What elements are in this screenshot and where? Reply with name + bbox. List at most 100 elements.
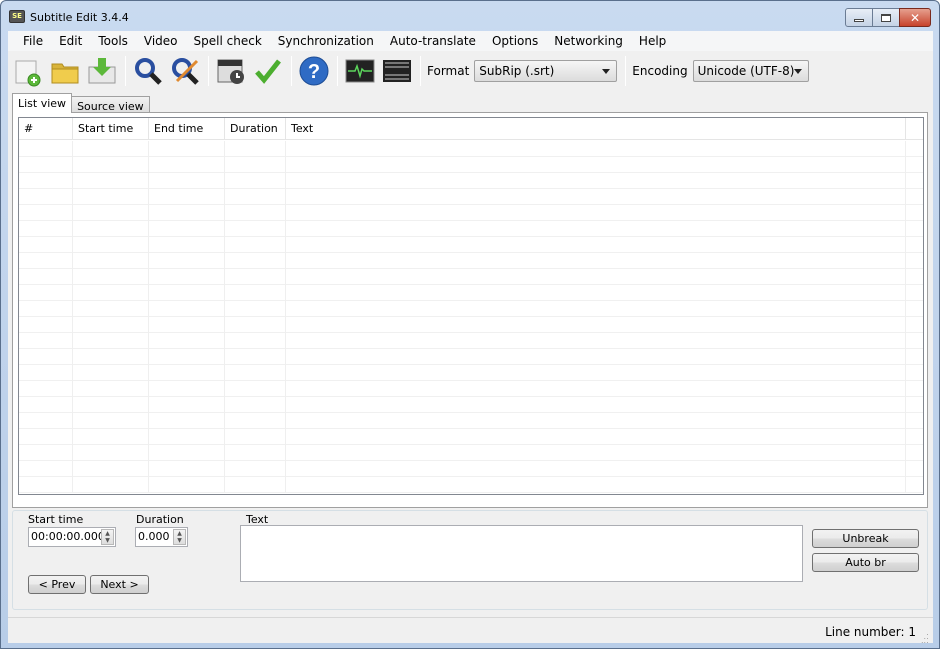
- empty-list-cell: [149, 269, 225, 285]
- title-bar[interactable]: SE Subtitle Edit 3.4.4 ✕: [1, 1, 939, 31]
- encoding-dropdown[interactable]: Unicode (UTF-8): [692, 60, 809, 82]
- empty-list-cell: [225, 221, 286, 237]
- empty-list-row: [19, 221, 923, 237]
- empty-list-cell: [73, 413, 149, 429]
- format-label: Format: [427, 64, 470, 78]
- auto-br-button[interactable]: Auto br: [812, 553, 919, 572]
- empty-list-cell: [19, 397, 73, 413]
- waveform-icon[interactable]: [344, 55, 376, 87]
- empty-list-cell: [149, 141, 225, 157]
- tab-source-view[interactable]: Source view: [71, 96, 150, 113]
- tab-list-view[interactable]: List view: [12, 93, 73, 113]
- menu-spell-check[interactable]: Spell check: [186, 31, 270, 51]
- start-time-spinner[interactable]: ▲ ▼: [101, 529, 114, 545]
- empty-list-cell: [286, 381, 906, 397]
- column-header-end-time[interactable]: End time: [149, 118, 225, 140]
- empty-list-cell: [286, 301, 906, 317]
- toolbar-separator: [337, 56, 338, 86]
- empty-list-cell: [73, 157, 149, 173]
- duration-label: Duration: [136, 513, 184, 526]
- open-folder-icon[interactable]: [49, 55, 81, 87]
- column-header-number[interactable]: #: [19, 118, 73, 140]
- window-title: Subtitle Edit 3.4.4: [30, 11, 129, 24]
- menu-edit[interactable]: Edit: [51, 31, 90, 51]
- empty-list-row: [19, 301, 923, 317]
- empty-list-cell: [225, 397, 286, 413]
- close-button[interactable]: ✕: [899, 8, 931, 27]
- subtitle-list[interactable]: # Start time End time Duration Text: [18, 117, 924, 495]
- empty-list-cell: [286, 285, 906, 301]
- start-time-input[interactable]: 00:00:00.000 ▲ ▼: [28, 527, 116, 547]
- video-clapper-icon[interactable]: [381, 55, 413, 87]
- unbreak-button[interactable]: Unbreak: [812, 529, 919, 548]
- empty-list-cell: [225, 173, 286, 189]
- spell-check-icon[interactable]: [252, 55, 284, 87]
- empty-list-cell: [73, 317, 149, 333]
- empty-list-cell: [225, 381, 286, 397]
- empty-list-cell: [286, 429, 906, 445]
- empty-list-cell: [73, 365, 149, 381]
- empty-list-cell: [149, 477, 225, 493]
- empty-list-row: [19, 333, 923, 349]
- list-header: # Start time End time Duration Text: [19, 118, 923, 140]
- app-logo-icon: SE: [9, 10, 25, 23]
- empty-list-cell: [149, 189, 225, 205]
- empty-list-row: [19, 173, 923, 189]
- menu-file[interactable]: File: [8, 31, 51, 51]
- duration-input[interactable]: 0.000 ▲ ▼: [135, 527, 188, 547]
- menu-tools[interactable]: Tools: [90, 31, 136, 51]
- empty-list-cell: [286, 461, 906, 477]
- empty-list-cell: [73, 173, 149, 189]
- format-dropdown[interactable]: SubRip (.srt): [474, 60, 618, 82]
- empty-list-cell: [149, 349, 225, 365]
- empty-list-cell: [286, 237, 906, 253]
- subtitle-text-input[interactable]: [240, 525, 803, 582]
- toolbar: ? Format SubRip (.srt) Encoding Unicode …: [8, 52, 933, 90]
- maximize-button[interactable]: [872, 8, 900, 27]
- help-icon[interactable]: ?: [298, 55, 330, 87]
- find-icon[interactable]: [132, 55, 164, 87]
- empty-list-cell: [73, 477, 149, 493]
- empty-list-cell: [286, 221, 906, 237]
- empty-list-cell: [225, 141, 286, 157]
- empty-list-cell: [149, 381, 225, 397]
- empty-list-cell: [225, 477, 286, 493]
- empty-list-row: [19, 477, 923, 493]
- chevron-down-icon: [793, 69, 802, 74]
- new-file-icon[interactable]: [12, 55, 44, 87]
- svg-text:?: ?: [308, 61, 320, 83]
- app-window: SE Subtitle Edit 3.4.4 ✕ File Edit Tools…: [0, 0, 940, 649]
- empty-list-cell: [286, 189, 906, 205]
- empty-list-cell: [286, 477, 906, 493]
- column-header-duration[interactable]: Duration: [225, 118, 286, 140]
- menu-video[interactable]: Video: [136, 31, 186, 51]
- replace-icon[interactable]: [169, 55, 201, 87]
- save-download-icon[interactable]: [86, 55, 118, 87]
- empty-list-cell: [225, 285, 286, 301]
- empty-list-cell: [286, 349, 906, 365]
- empty-list-cell: [225, 461, 286, 477]
- empty-list-cell: [19, 189, 73, 205]
- minimize-button[interactable]: [845, 8, 873, 27]
- menu-networking[interactable]: Networking: [546, 31, 631, 51]
- resize-grip-icon[interactable]: . .....: [921, 629, 931, 645]
- empty-list-cell: [225, 349, 286, 365]
- column-header-text[interactable]: Text: [286, 118, 906, 140]
- menu-auto-translate[interactable]: Auto-translate: [382, 31, 484, 51]
- next-button[interactable]: Next >: [90, 575, 149, 594]
- empty-list-row: [19, 397, 923, 413]
- empty-list-cell: [73, 285, 149, 301]
- empty-list-cell: [286, 365, 906, 381]
- empty-list-row: [19, 253, 923, 269]
- menu-options[interactable]: Options: [484, 31, 546, 51]
- menu-help[interactable]: Help: [631, 31, 674, 51]
- prev-button[interactable]: < Prev: [28, 575, 86, 594]
- duration-spinner[interactable]: ▲ ▼: [173, 529, 186, 545]
- visual-sync-icon[interactable]: [215, 55, 247, 87]
- column-header-start-time[interactable]: Start time: [73, 118, 149, 140]
- empty-list-cell: [149, 317, 225, 333]
- empty-list-cell: [149, 461, 225, 477]
- empty-list-row: [19, 205, 923, 221]
- empty-list-cell: [73, 429, 149, 445]
- menu-synchronization[interactable]: Synchronization: [270, 31, 382, 51]
